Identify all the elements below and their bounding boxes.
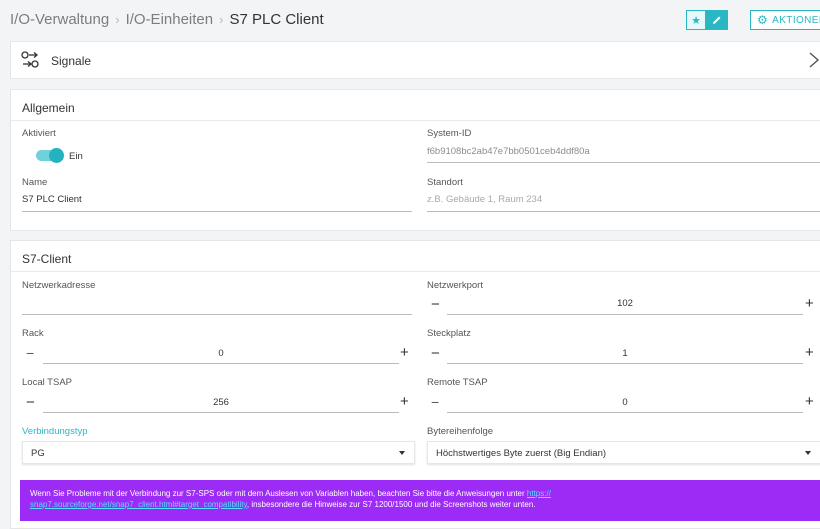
network-address-label: Netzwerkadresse [22,280,96,291]
section-title-s7-client: S7-Client [22,252,72,266]
snap7-link-continued[interactable]: snap7.sourceforge.net/snap7_client.html#… [30,500,247,509]
gear-icon: ⚙ [757,13,769,27]
rack-decrement-button[interactable]: − [26,346,34,360]
pencil-icon [713,16,721,24]
notice-text: Wenn Sie Probleme mit der Verbindung zur… [30,489,527,498]
breadcrumb-separator: › [219,12,224,27]
network-port-label: Netzwerkport [427,280,483,291]
actions-label: AKTIONEN [772,14,820,26]
location-field[interactable]: z.B. Gebäude 1, Raum 234 [427,194,542,205]
system-id-label: System-ID [427,128,472,139]
slot-label: Steckplatz [427,328,471,339]
rack-increment-button[interactable]: + [400,345,409,360]
chevron-right-icon[interactable] [808,50,820,70]
local-tsap-underline [43,412,399,413]
active-value: Ein [69,151,83,162]
remote-tsap-underline [447,412,803,413]
remote-tsap-increment-button[interactable]: + [805,394,814,409]
section-title-general: Allgemein [22,101,75,115]
signals-icon [21,51,39,68]
remote-tsap-label: Remote TSAP [427,377,488,388]
network-port-decrement-button[interactable]: − [431,297,440,312]
signals-label: Signale [51,54,92,68]
section-divider [11,120,820,121]
dropdown-arrow-icon [399,451,405,455]
section-divider [11,271,820,272]
rack-underline [43,363,399,364]
star-icon: ★ [691,14,701,27]
name-field[interactable]: S7 PLC Client [22,194,82,205]
general-section: Allgemein Aktiviert Ein System-ID f6b910… [10,89,820,231]
active-label: Aktiviert [22,128,56,139]
local-tsap-label: Local TSAP [22,377,72,388]
breadcrumb-item-io-management[interactable]: I/O-Verwaltung [10,11,109,28]
slot-decrement-button[interactable]: − [431,346,440,361]
network-port-underline [447,314,803,315]
top-bar: I/O-Verwaltung › I/O-Einheiten › S7 PLC Clie… [0,0,820,40]
remote-tsap-decrement-button[interactable]: − [431,395,439,409]
byte-order-value: Höchstwertiges Byte zuerst (Big Endian) [436,448,607,459]
system-id-value: f6b9108bc2ab47e7bb0501ceb4ddf80a [427,146,590,157]
rack-field[interactable]: 0 [43,348,399,359]
notice-text-continued: , insbesondere die Hinweise zur S7 1200/… [246,500,536,509]
location-label: Standort [427,177,463,188]
name-label: Name [22,177,48,188]
system-id-underline [427,162,820,163]
local-tsap-decrement-button[interactable]: − [26,395,35,410]
s7-info-banner: Wenn Sie Probleme mit der Verbindung zur… [20,480,820,521]
local-tsap-increment-button[interactable]: + [400,394,409,409]
breadcrumb-separator: › [115,12,120,27]
local-tsap-field[interactable]: 256 [43,397,399,408]
snap7-link[interactable]: https:// [527,489,551,498]
network-port-increment-button[interactable]: + [805,296,814,311]
page-title: S7 PLC Client [229,11,324,28]
rack-label: Rack [22,328,44,339]
toggle-knob [49,148,64,163]
breadcrumb: I/O-Verwaltung › I/O-Einheiten › S7 PLC Clie… [10,11,324,28]
active-toggle[interactable] [36,148,64,163]
breadcrumb-item-io-units[interactable]: I/O-Einheiten [126,11,214,28]
connection-type-label: Verbindungstyp [22,426,88,437]
byte-order-label: Bytereihenfolge [427,426,494,437]
actions-button[interactable]: ⚙ AKTIONEN [750,10,820,30]
signals-panel[interactable]: Signale [10,41,820,79]
favorite-button[interactable]: ★ [686,10,706,30]
edit-button[interactable] [706,10,728,30]
remote-tsap-field[interactable]: 0 [447,397,803,408]
name-underline [22,211,412,212]
location-underline [427,211,820,212]
slot-field[interactable]: 1 [447,348,803,359]
connection-type-select[interactable]: PG [22,441,415,464]
dropdown-arrow-icon [805,451,811,455]
slot-increment-button[interactable]: + [805,345,814,360]
byte-order-select[interactable]: Höchstwertiges Byte zuerst (Big Endian) [427,441,820,464]
connection-type-value: PG [31,448,45,459]
network-port-field[interactable]: 102 [447,298,803,309]
slot-underline [447,363,803,364]
network-address-underline [22,314,412,315]
